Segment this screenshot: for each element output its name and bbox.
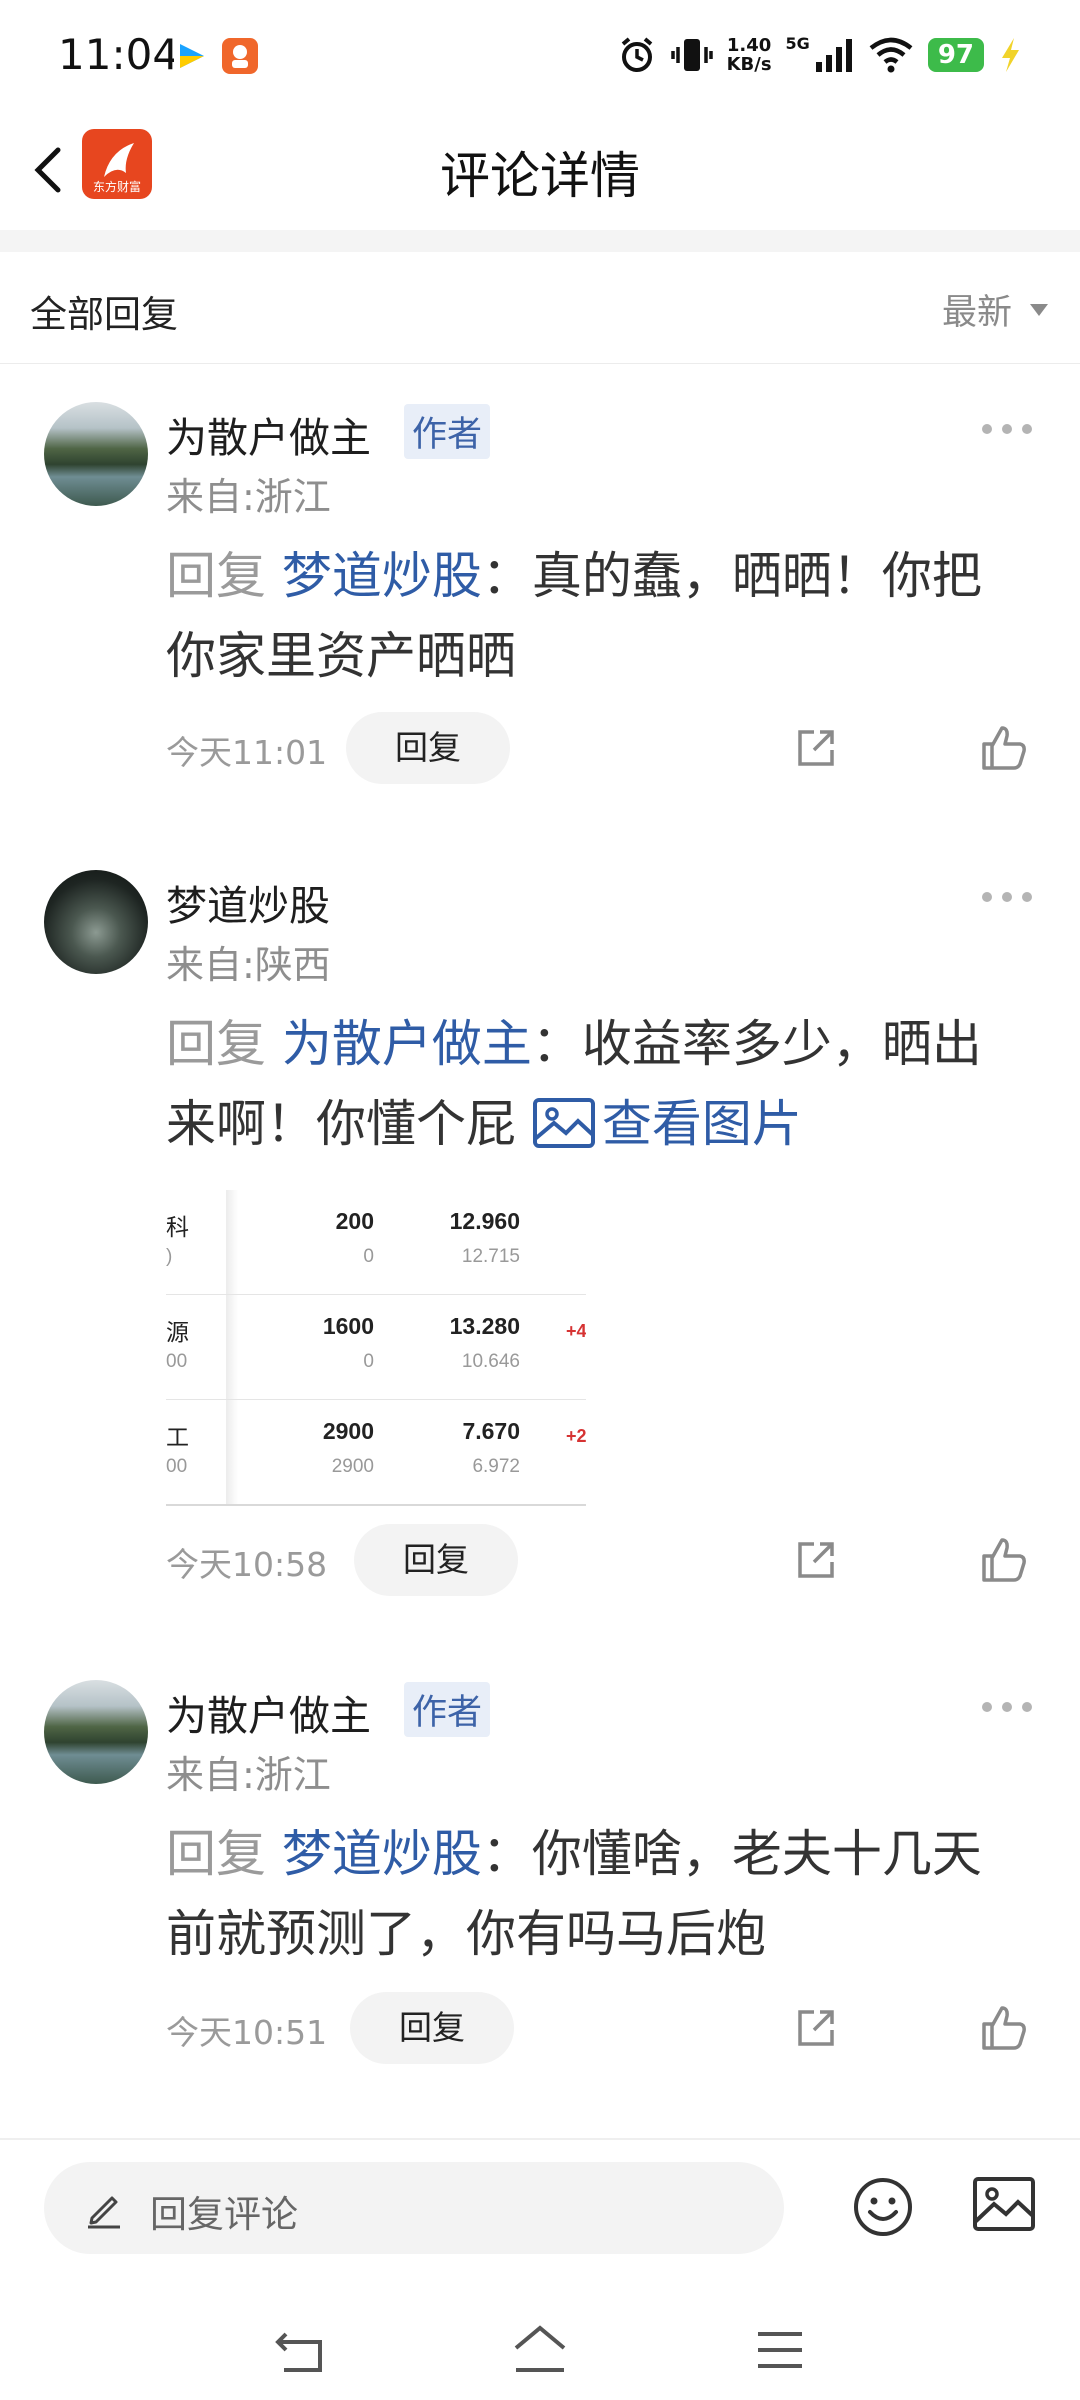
reply-button[interactable]: 回复 bbox=[346, 712, 510, 784]
filter-bar: 全部回复 最新 bbox=[0, 252, 1080, 364]
comment-text: 回复 为散户做主：收益率多少，晒出来啊！你懂个屁 查看图片 bbox=[166, 1004, 1026, 1164]
sort-label: 最新 bbox=[941, 293, 1012, 333]
profit-value: +4 bbox=[566, 1321, 586, 1341]
current-price: 7.670 bbox=[462, 1418, 520, 1444]
image-icon bbox=[532, 1098, 595, 1148]
caret-down-icon bbox=[1030, 303, 1048, 316]
thumbs-up-icon[interactable] bbox=[978, 2002, 1030, 2054]
user-location: 来自:浙江 bbox=[166, 475, 331, 519]
avatar[interactable] bbox=[44, 870, 148, 974]
all-replies-label: 全部回复 bbox=[30, 293, 178, 336]
vibrate-icon bbox=[670, 39, 713, 71]
view-image-label: 查看图片 bbox=[601, 1095, 802, 1153]
available-qty: 2900 bbox=[331, 1456, 374, 1477]
comment-meta: 今天10:51 回复 bbox=[166, 1992, 1046, 2064]
emoji-icon[interactable] bbox=[852, 2176, 914, 2238]
timestamp: 今天10:58 bbox=[166, 1545, 328, 1584]
sort-dropdown[interactable]: 最新 bbox=[942, 284, 1048, 335]
attached-image[interactable]: 科 ) 200 0 12.960 12.715 源 00 1600 0 13.2… bbox=[166, 1190, 586, 1506]
avatar[interactable] bbox=[44, 1680, 148, 1784]
battery-level: 97 bbox=[927, 38, 984, 72]
share-icon[interactable] bbox=[792, 724, 840, 772]
comment-text: 回复 梦道炒股：真的蠢，晒晒！你把你家里资产晒晒 bbox=[166, 536, 1026, 696]
holding-row: 源 00 1600 0 13.280 10.646 +4 bbox=[166, 1295, 586, 1400]
more-options-icon[interactable] bbox=[982, 1702, 1032, 1714]
reply-prefix: 回复 bbox=[166, 547, 282, 605]
profit-value: +2 bbox=[566, 1426, 586, 1446]
stock-name: 工 bbox=[166, 1424, 189, 1450]
nav-menu-icon[interactable] bbox=[756, 2330, 804, 2370]
reply-prefix: 回复 bbox=[166, 1015, 282, 1073]
user-name[interactable]: 为散户做主 bbox=[166, 1682, 371, 1742]
bottom-divider bbox=[0, 2138, 1080, 2140]
cost-price: 12.715 bbox=[461, 1246, 520, 1267]
cost-price: 6.972 bbox=[472, 1456, 520, 1477]
nav-back-icon[interactable] bbox=[272, 2328, 328, 2376]
stock-code: 00 bbox=[166, 1456, 188, 1477]
comment-meta: 今天11:01 回复 bbox=[166, 712, 1046, 784]
signal-icon bbox=[815, 39, 852, 72]
mention-link[interactable]: 为散户做主 bbox=[282, 1015, 532, 1073]
nav-home-icon[interactable] bbox=[510, 2322, 570, 2376]
wealth-app-notification-icon bbox=[222, 38, 258, 74]
stock-code: ) bbox=[166, 1246, 173, 1267]
current-price: 13.280 bbox=[449, 1313, 520, 1339]
network-speed-value: 1.40 bbox=[726, 35, 772, 56]
thumbs-up-icon[interactable] bbox=[978, 722, 1030, 774]
reply-button[interactable]: 回复 bbox=[350, 1992, 514, 2064]
mention-link[interactable]: 梦道炒股 bbox=[282, 547, 482, 605]
thumbs-up-icon[interactable] bbox=[978, 1534, 1030, 1586]
stock-name: 科 bbox=[166, 1214, 189, 1240]
wifi-icon bbox=[869, 37, 913, 73]
available-qty: 0 bbox=[363, 1351, 374, 1372]
holding-qty: 200 bbox=[335, 1208, 374, 1234]
holding-qty: 1600 bbox=[322, 1313, 374, 1339]
image-upload-icon[interactable] bbox=[972, 2176, 1036, 2232]
author-badge: 作者 bbox=[404, 1682, 491, 1737]
avatar[interactable] bbox=[44, 402, 148, 506]
more-options-icon[interactable] bbox=[982, 892, 1032, 904]
section-divider bbox=[0, 230, 1080, 252]
author-badge: 作者 bbox=[404, 404, 491, 459]
pencil-icon bbox=[88, 2196, 120, 2229]
stock-name: 源 bbox=[166, 1319, 189, 1345]
charging-icon bbox=[1002, 38, 1019, 72]
reply-prefix: 回复 bbox=[166, 1825, 282, 1883]
current-price: 12.960 bbox=[449, 1208, 520, 1234]
reply-button[interactable]: 回复 bbox=[354, 1524, 518, 1596]
holding-qty: 2900 bbox=[322, 1418, 374, 1444]
comment-meta: 今天10:58 回复 bbox=[166, 1524, 1046, 1596]
reply-input-placeholder: 回复评论 bbox=[150, 2193, 298, 2236]
holding-row: 科 ) 200 0 12.960 12.715 bbox=[166, 1190, 586, 1295]
user-location: 来自:陕西 bbox=[166, 943, 331, 987]
app-header: 东方财富 评论详情 bbox=[0, 110, 1080, 230]
timestamp: 今天10:51 bbox=[166, 2013, 328, 2052]
holding-row: 工 00 2900 2900 7.670 6.972 +2 bbox=[166, 1400, 586, 1504]
more-options-icon[interactable] bbox=[982, 424, 1032, 436]
network-type: 5G bbox=[785, 33, 810, 53]
user-name[interactable]: 梦道炒股 bbox=[166, 872, 330, 932]
user-name[interactable]: 为散户做主 bbox=[166, 404, 371, 464]
reply-comment-input[interactable]: 回复评论 bbox=[44, 2162, 784, 2254]
network-speed-unit: KB/s bbox=[726, 54, 772, 75]
video-app-notification-icon bbox=[174, 38, 210, 74]
share-icon[interactable] bbox=[792, 1536, 840, 1584]
mention-link[interactable]: 梦道炒股 bbox=[282, 1825, 482, 1883]
timestamp: 今天11:01 bbox=[166, 733, 328, 772]
comment-text: 回复 梦道炒股：你懂啥，老夫十几天前就预测了，你有吗马后炮 bbox=[166, 1814, 1026, 1974]
user-location: 来自:浙江 bbox=[166, 1753, 331, 1797]
view-image-link[interactable]: 查看图片 bbox=[532, 1095, 802, 1153]
available-qty: 0 bbox=[363, 1246, 374, 1267]
share-icon[interactable] bbox=[792, 2004, 840, 2052]
status-time: 11:04 bbox=[58, 30, 180, 79]
cost-price: 10.646 bbox=[461, 1351, 520, 1372]
alarm-icon bbox=[621, 37, 652, 72]
status-indicators: 1.40 KB/s 5G 97 bbox=[617, 32, 1022, 78]
stock-code: 00 bbox=[166, 1351, 188, 1372]
network-speed: 1.40 KB/s bbox=[727, 36, 772, 74]
system-nav-bar bbox=[0, 2290, 1080, 2400]
page-title: 评论详情 bbox=[440, 147, 640, 205]
status-bar: 11:04 1.40 KB/s 5G 97 bbox=[0, 0, 1080, 110]
